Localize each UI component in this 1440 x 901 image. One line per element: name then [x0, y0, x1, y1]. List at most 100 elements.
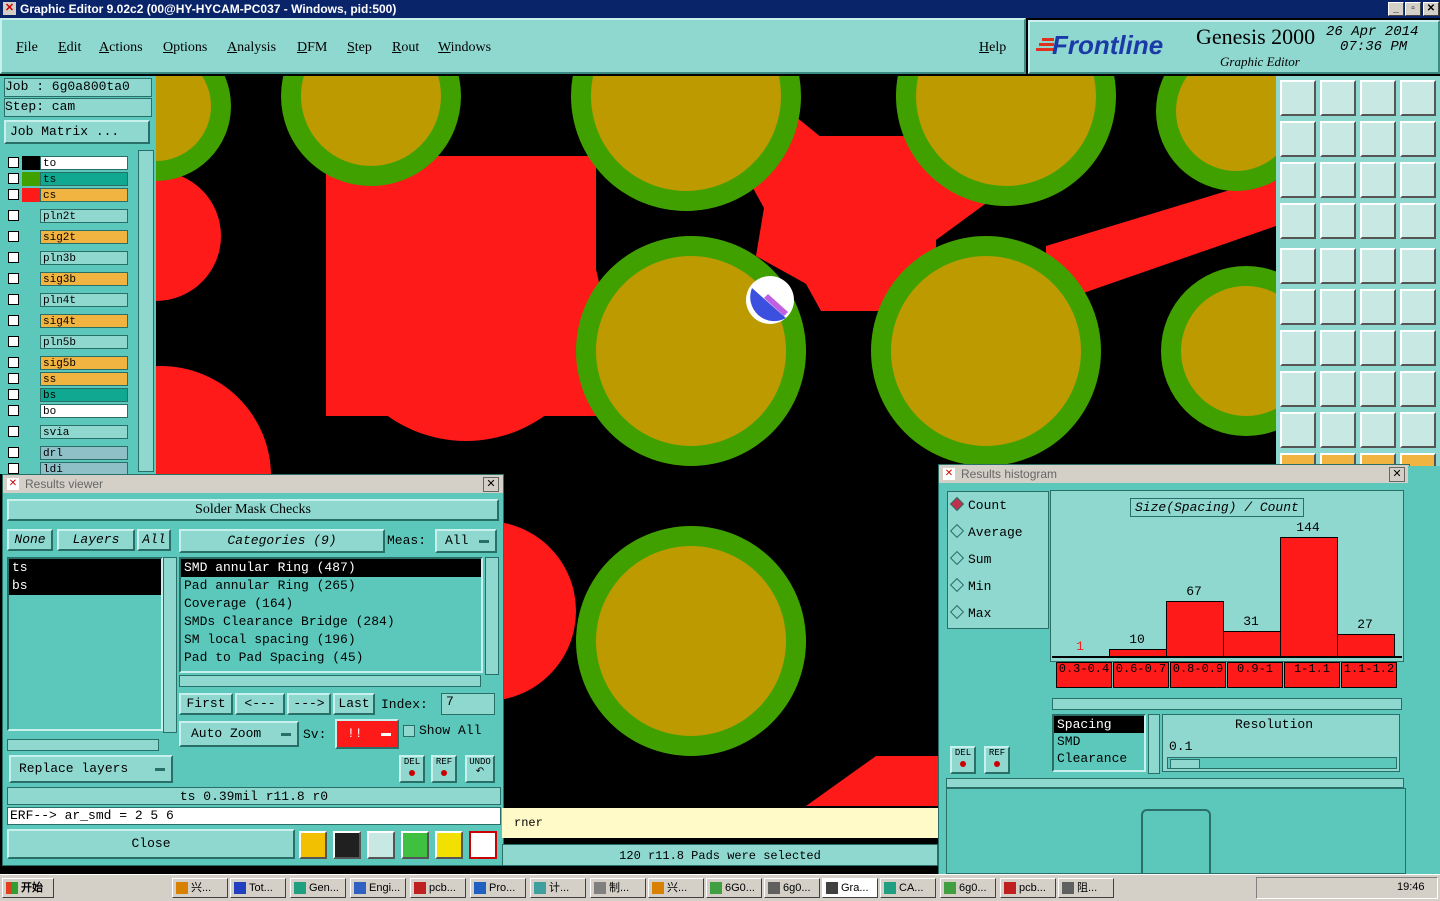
list-item[interactable]: SMDs Clearance Bridge (284) [181, 613, 481, 631]
numbered-tool-icon[interactable] [401, 831, 429, 859]
center-icon[interactable] [1320, 162, 1356, 198]
layer-name[interactable]: cs [40, 188, 128, 202]
histogram-bar[interactable] [1109, 649, 1167, 657]
layer-row-sig2t[interactable]: sig2t [6, 230, 128, 245]
layer-checkbox[interactable] [8, 273, 19, 284]
meas-dropdown[interactable]: All [435, 529, 497, 553]
fill-icon[interactable] [1280, 248, 1316, 284]
histogram-bar[interactable] [1052, 656, 1110, 658]
angle-icon[interactable] [1280, 330, 1316, 366]
layer-name[interactable]: pln2t [40, 209, 128, 223]
taskbar-button[interactable]: 阻... [1058, 878, 1114, 898]
layer-checkbox[interactable] [8, 231, 19, 242]
layer-color-swatch[interactable] [22, 272, 40, 286]
taskbar-button[interactable]: 兴... [172, 878, 228, 898]
edit-shape-icon[interactable] [1320, 248, 1356, 284]
taskbar-button[interactable]: Tot... [230, 878, 286, 898]
histogram-bar[interactable] [1223, 631, 1281, 657]
replace-layers-dropdown[interactable]: Replace layers [9, 755, 173, 783]
layer-row-ts[interactable]: ts [6, 172, 128, 187]
segment-icon[interactable] [1320, 371, 1356, 407]
save-job-icon[interactable] [1320, 80, 1356, 116]
next-button[interactable]: ---> [287, 693, 331, 715]
mode-radio-average[interactable]: Average [949, 523, 1023, 540]
ref-button[interactable]: REF [431, 755, 457, 783]
layer-name[interactable]: sig5b [40, 356, 128, 370]
histogram-bar[interactable] [1337, 634, 1395, 657]
minimize-button[interactable]: _ [1388, 2, 1404, 16]
fit-icon[interactable] [1280, 162, 1316, 198]
pan-left-icon[interactable] [1280, 121, 1316, 157]
group-icon[interactable] [1400, 371, 1436, 407]
categories-button[interactable]: Categories (9) [179, 529, 385, 553]
menu-edit[interactable]: Edit [58, 40, 81, 56]
taskbar-button[interactable]: 计... [530, 878, 586, 898]
layer-color-swatch[interactable] [22, 251, 40, 265]
taskbar-button[interactable]: 制... [590, 878, 646, 898]
list-item[interactable]: Clearance [1054, 750, 1144, 767]
mode-radio-min[interactable]: Min [949, 577, 991, 594]
layer-checkbox[interactable] [8, 210, 19, 221]
layer-checkbox[interactable] [8, 426, 19, 437]
menu-help[interactable]: Help [979, 40, 1006, 56]
list-item[interactable]: bs [9, 577, 161, 595]
categories-hscrollbar[interactable] [179, 675, 481, 687]
show-all-checkbox[interactable] [403, 725, 415, 737]
menu-analysis[interactable]: Analysis [227, 40, 276, 56]
line-icon[interactable] [1320, 330, 1356, 366]
undo-button[interactable]: UNDO ↶ [465, 755, 495, 783]
move-icon[interactable] [1400, 289, 1436, 325]
menu-rout[interactable]: Rout [392, 40, 419, 56]
layer-row-sig3b[interactable]: sig3b [6, 272, 128, 287]
layer-color-swatch[interactable] [22, 172, 40, 186]
layer-name[interactable]: sig2t [40, 230, 128, 244]
layer-row-pln2t[interactable]: pln2t [6, 209, 128, 224]
none-button[interactable]: None [7, 529, 53, 551]
layer-row-bs[interactable]: bs [6, 388, 128, 403]
close-button[interactable]: Close [7, 829, 295, 859]
taskbar-button[interactable]: pcb... [410, 878, 466, 898]
close-window-button[interactable]: ✕ [1423, 2, 1439, 16]
mode-radio-max[interactable]: Max [949, 604, 991, 621]
hist-ref-button[interactable]: REF [984, 746, 1010, 774]
del-button[interactable]: DEL [399, 755, 425, 783]
triangle-icon[interactable] [1280, 412, 1316, 448]
layer-row-ss[interactable]: ss [6, 372, 128, 387]
layer-name[interactable]: bs [40, 388, 128, 402]
layer-color-swatch[interactable] [22, 404, 40, 418]
layer-color-swatch[interactable] [22, 425, 40, 439]
layer-checkbox[interactable] [8, 357, 19, 368]
layer-row-cs[interactable]: cs [6, 188, 128, 203]
list-item[interactable]: SMD annular Ring (487) [181, 559, 481, 577]
mode-radio-count[interactable]: Count [949, 496, 1007, 513]
menu-actions[interactable]: Actions [99, 40, 143, 56]
mode-radio-sum[interactable]: Sum [949, 550, 991, 567]
menu-file[interactable]: File [16, 40, 38, 56]
layer-checkbox[interactable] [8, 463, 19, 474]
close-dialog-icon[interactable]: ✕ [483, 477, 499, 492]
layer-row-drl[interactable]: drl [6, 446, 128, 461]
net-icon[interactable] [1400, 203, 1436, 239]
last-button[interactable]: Last [333, 693, 375, 715]
circle-icon[interactable] [1400, 248, 1436, 284]
layer-checkbox[interactable] [8, 447, 19, 458]
list-item[interactable]: Pad annular Ring (265) [181, 577, 481, 595]
list-item[interactable]: SMD [1054, 733, 1144, 750]
taskbar-button[interactable]: CA... [880, 878, 936, 898]
list-item[interactable]: Coverage (164) [181, 595, 481, 613]
layer-color-swatch[interactable] [22, 356, 40, 370]
menu-step[interactable]: Step [347, 40, 372, 56]
layer-row-sig4t[interactable]: sig4t [6, 314, 128, 329]
measure-icon[interactable] [1360, 203, 1396, 239]
layer-color-swatch[interactable] [22, 388, 40, 402]
layer-name[interactable]: pln5b [40, 335, 128, 349]
mirror-icon[interactable] [1360, 121, 1396, 157]
histogram-bar[interactable] [1166, 601, 1224, 657]
taskbar-button[interactable]: pcb... [1000, 878, 1056, 898]
layer-name[interactable]: to [40, 156, 128, 170]
list-item[interactable]: Pad to Pad Spacing (45) [181, 649, 481, 667]
first-button[interactable]: First [179, 693, 233, 715]
layer-row-svia[interactable]: svia [6, 425, 128, 440]
dimension-icon[interactable] [1360, 371, 1396, 407]
taskbar-button[interactable]: Engi... [350, 878, 406, 898]
